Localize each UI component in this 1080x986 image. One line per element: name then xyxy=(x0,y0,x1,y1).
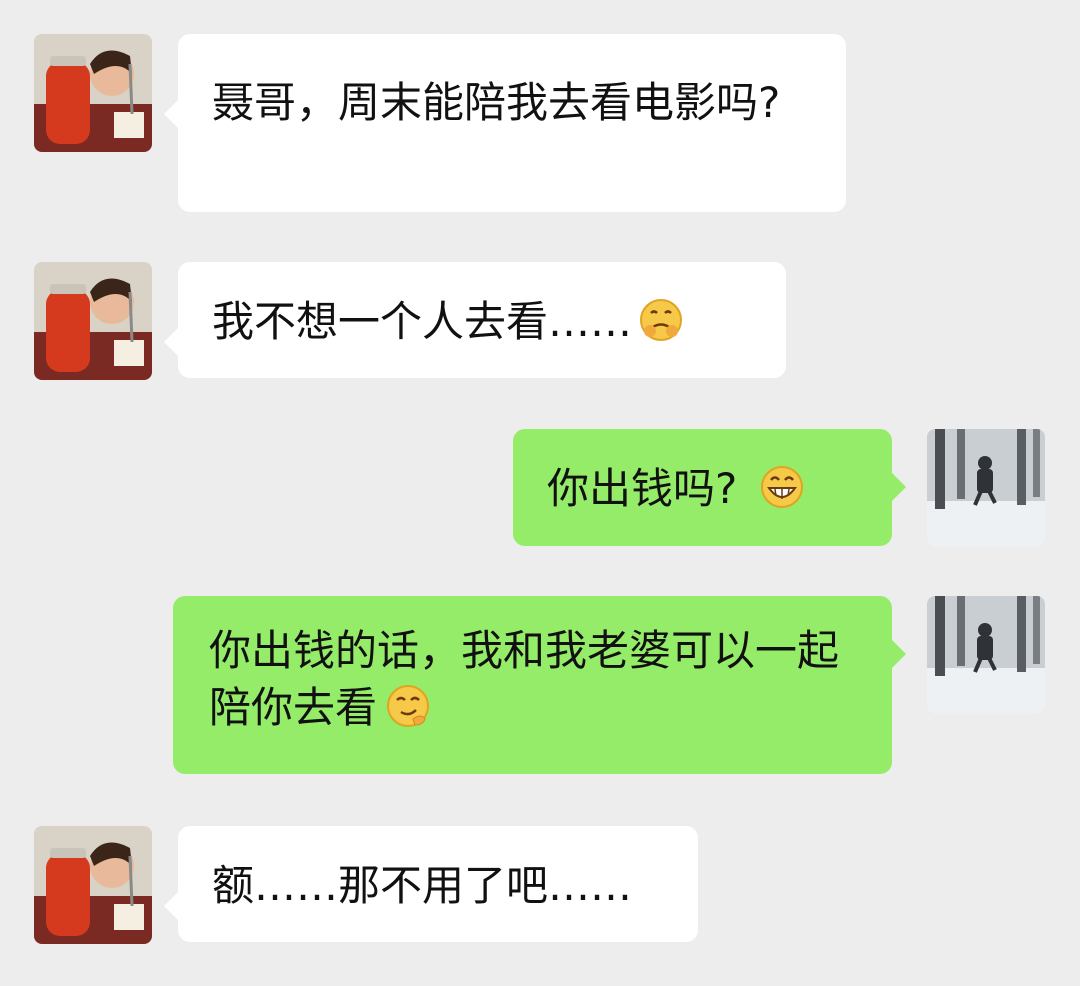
contact-avatar-icon[interactable] xyxy=(34,826,152,944)
message-text: 聂哥，周末能陪我去看电影吗? xyxy=(212,78,781,127)
self-avatar-icon[interactable] xyxy=(927,596,1045,714)
grinning-face-icon xyxy=(759,464,805,510)
message-text: 你出钱的话，我和我老婆可以一起陪你去看 xyxy=(209,626,840,732)
message-text: 我不想一个人去看…… xyxy=(212,297,633,346)
worried-face-icon xyxy=(638,297,684,343)
contact-avatar-icon[interactable] xyxy=(34,34,152,152)
message-bubble-outgoing[interactable]: 你出钱吗? xyxy=(513,429,906,546)
message-text: 你出钱吗? xyxy=(547,464,738,513)
message-bubble-outgoing[interactable]: 你出钱的话，我和我老婆可以一起陪你去看 xyxy=(173,596,906,774)
contact-avatar-icon[interactable] xyxy=(34,262,152,380)
self-avatar-icon[interactable] xyxy=(927,429,1045,547)
message-bubble-incoming[interactable]: 我不想一个人去看…… xyxy=(164,262,786,378)
message-bubble-incoming[interactable]: 额……那不用了吧…… xyxy=(164,826,698,942)
message-bubble-incoming[interactable]: 聂哥，周末能陪我去看电影吗? xyxy=(164,34,846,212)
smirk-face-icon xyxy=(385,683,431,729)
message-text: 额……那不用了吧…… xyxy=(212,861,633,910)
